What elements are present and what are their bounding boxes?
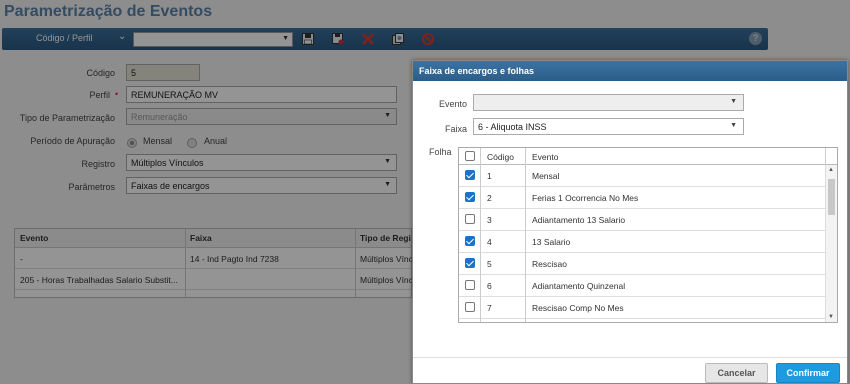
list-item-evento: Mensal xyxy=(532,171,560,181)
list-item-codigo: 1 xyxy=(487,171,492,181)
list-item-evento: Ferias 1 Ocorrencia No Mes xyxy=(532,193,639,203)
list-item-evento: Adiantamento Quinzenal xyxy=(532,281,626,291)
modal-evento-select[interactable]: ▼ xyxy=(473,94,744,111)
modal-footer-divider xyxy=(413,357,847,358)
scroll-thumb[interactable] xyxy=(828,179,835,215)
modal-evento-label: Evento xyxy=(439,99,468,109)
list-item[interactable] xyxy=(459,319,825,322)
list-item[interactable]: 5 Rescisao xyxy=(459,253,825,275)
list-item-checkbox[interactable] xyxy=(465,280,475,290)
select-all-checkbox[interactable] xyxy=(465,151,475,161)
scroll-up-icon[interactable]: ▲ xyxy=(828,167,834,173)
modal-faixa-value: 6 - Aliquota INSS xyxy=(478,122,547,132)
list-item-evento: 13 Salario xyxy=(532,237,571,247)
confirm-button[interactable]: Confirmar xyxy=(776,363,840,383)
list-item-evento: Rescisao Comp No Mes xyxy=(532,303,624,313)
list-item-checkbox[interactable] xyxy=(465,192,475,202)
list-col-codigo[interactable]: Código xyxy=(481,148,514,164)
list-divider xyxy=(480,148,481,322)
list-item-codigo: 7 xyxy=(487,303,492,313)
modal-faixa-select[interactable]: 6 - Aliquota INSS ▼ xyxy=(473,118,744,135)
list-item[interactable]: 3 Adiantamento 13 Salario xyxy=(459,209,825,231)
list-item[interactable]: 7 Rescisao Comp No Mes xyxy=(459,297,825,319)
dropdown-arrow-icon: ▼ xyxy=(730,122,737,129)
list-item-checkbox[interactable] xyxy=(465,258,475,268)
list-item-checkbox[interactable] xyxy=(465,170,475,180)
list-item-checkbox[interactable] xyxy=(465,302,475,312)
modal-folha-label: Folha xyxy=(429,147,452,157)
modal-title: Faixa de encargos e folhas xyxy=(413,61,847,81)
list-col-evento[interactable]: Evento xyxy=(526,148,558,164)
list-scrollbar[interactable]: ▲ ▼ xyxy=(825,165,837,322)
list-item[interactable]: 4 13 Salario xyxy=(459,231,825,253)
list-item-evento: Rescisao xyxy=(532,259,567,269)
list-divider xyxy=(825,148,826,165)
cancel-button[interactable]: Cancelar xyxy=(705,363,768,383)
list-item-codigo: 6 xyxy=(487,281,492,291)
modal-faixa-label: Faixa xyxy=(445,124,468,134)
list-item-checkbox[interactable] xyxy=(465,236,475,246)
list-item-codigo: 5 xyxy=(487,259,492,269)
list-item[interactable]: 1 Mensal xyxy=(459,165,825,187)
folha-list-header: Código Evento xyxy=(459,148,837,165)
list-item-codigo: 4 xyxy=(487,237,492,247)
list-divider xyxy=(525,148,526,322)
folha-list: Código Evento 1 Mensal 2 Ferias 1 Ocorre… xyxy=(458,147,838,323)
faixa-encargos-modal: Faixa de encargos e folhas Evento ▼ Faix… xyxy=(412,60,848,384)
list-item-codigo: 2 xyxy=(487,193,492,203)
list-item-checkbox[interactable] xyxy=(465,214,475,224)
list-item-evento: Adiantamento 13 Salario xyxy=(532,215,626,225)
list-item[interactable]: 6 Adiantamento Quinzenal xyxy=(459,275,825,297)
dropdown-arrow-icon: ▼ xyxy=(730,98,737,105)
scroll-down-icon[interactable]: ▼ xyxy=(828,314,834,320)
list-item[interactable]: 2 Ferias 1 Ocorrencia No Mes xyxy=(459,187,825,209)
list-item-codigo: 3 xyxy=(487,215,492,225)
